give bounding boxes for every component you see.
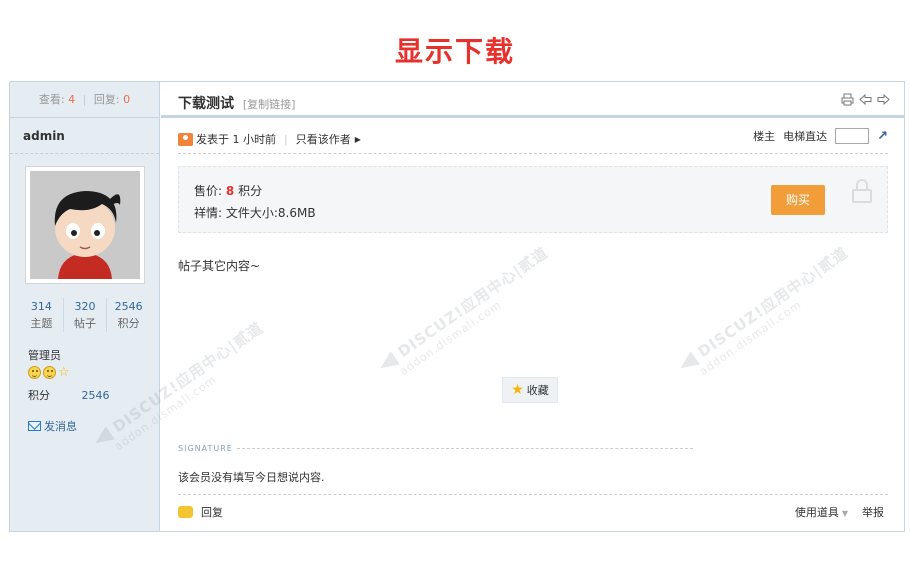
signature-heading: SIGNATURE bbox=[178, 444, 693, 453]
dropdown-arrow-icon: ▼ bbox=[841, 509, 848, 518]
stat-posts-label: 帖子 bbox=[74, 317, 96, 330]
user-group[interactable]: 管理员 bbox=[28, 347, 61, 363]
detail-label: 祥情: bbox=[194, 206, 223, 220]
stats-divider: | bbox=[82, 93, 87, 106]
credit-row: 积分 2546 bbox=[28, 387, 110, 403]
signature-label: SIGNATURE bbox=[178, 444, 233, 453]
rank-icons: ☆ bbox=[28, 366, 70, 379]
report-link[interactable]: 举报 bbox=[862, 504, 884, 520]
post-meta-bar: 发表于 1 小时前 | 只看该作者 ▶ 楼主 电梯直达 ↗ bbox=[178, 122, 888, 154]
floor-jump-label: 电梯直达 bbox=[783, 130, 828, 143]
post-frame: 查看: 4 | 回复: 0 admin 314 主题 320 帖子 2546 积… bbox=[9, 81, 905, 532]
buy-button[interactable]: 购买 bbox=[771, 185, 825, 215]
post-content: 帖子其它内容~ bbox=[178, 259, 261, 273]
page-banner-title: 显示下载 bbox=[394, 35, 515, 68]
smiley-rank-icon bbox=[43, 366, 56, 379]
thread-header: 下载测试 [复制链接] bbox=[161, 82, 904, 118]
favorite-label: 收藏 bbox=[526, 384, 549, 397]
replies-label: 回复: bbox=[93, 93, 120, 106]
floor-owner-label: 楼主 bbox=[753, 130, 776, 143]
avatar-image bbox=[30, 171, 140, 279]
price-unit: 积分 bbox=[238, 184, 263, 198]
reply-bubble-icon bbox=[178, 506, 193, 518]
caret-right-icon: ▶ bbox=[354, 134, 361, 144]
posted-time: 发表于 1 小时前 bbox=[196, 133, 276, 146]
views-count: 4 bbox=[68, 93, 76, 106]
send-message-label: 发消息 bbox=[44, 420, 77, 433]
send-message-link[interactable]: 发消息 bbox=[28, 418, 77, 434]
envelope-icon bbox=[28, 421, 41, 431]
thread-tools bbox=[841, 93, 890, 106]
replies-count: 0 bbox=[123, 93, 131, 106]
prev-thread-icon[interactable] bbox=[859, 93, 872, 106]
credit-value: 2546 bbox=[81, 389, 110, 402]
stat-posts[interactable]: 320 帖子 bbox=[64, 298, 108, 332]
online-user-icon bbox=[178, 132, 193, 146]
author-sidebar: 查看: 4 | 回复: 0 admin 314 主题 320 帖子 2546 积… bbox=[10, 82, 160, 531]
stat-credits[interactable]: 2546 积分 bbox=[107, 298, 150, 332]
price-value: 8 bbox=[225, 184, 235, 198]
lock-icon bbox=[851, 179, 873, 203]
floor-jump-input[interactable] bbox=[835, 128, 870, 144]
copy-link-button[interactable]: [复制链接] bbox=[243, 98, 296, 111]
favorite-button[interactable]: ★ 收藏 bbox=[502, 377, 558, 403]
smiley-rank-icon bbox=[28, 366, 41, 379]
next-thread-icon[interactable] bbox=[877, 93, 890, 106]
author-name[interactable]: admin bbox=[10, 118, 159, 154]
jump-go-icon[interactable]: ↗ bbox=[877, 129, 888, 144]
reply-button[interactable]: 回复 bbox=[178, 504, 223, 520]
stat-threads[interactable]: 314 主题 bbox=[20, 298, 64, 332]
stat-threads-label: 主题 bbox=[30, 317, 53, 330]
use-tool-menu[interactable]: 使用道具 ▼ bbox=[795, 504, 848, 520]
price-line: 售价: 8 积分 bbox=[194, 182, 262, 199]
thread-stats: 查看: 4 | 回复: 0 bbox=[10, 82, 159, 118]
paid-attachment-box: 售价: 8 积分 祥情: 文件大小:8.6MB 购买 bbox=[178, 166, 888, 233]
stat-credits-value: 2546 bbox=[114, 300, 143, 313]
thread-title-wrap: 下载测试 [复制链接] bbox=[178, 93, 295, 113]
stat-credits-label: 积分 bbox=[117, 317, 140, 330]
views-label: 查看: bbox=[38, 93, 65, 106]
post-main: 下载测试 [复制链接] 发表于 1 小时前 | 只看该作者 ▶ 楼主 电梯直达 … bbox=[161, 82, 904, 531]
star-icon: ★ bbox=[511, 382, 524, 398]
avatar[interactable] bbox=[25, 166, 145, 284]
only-author-link[interactable]: 只看该作者 bbox=[296, 131, 351, 147]
star-rank-icon: ☆ bbox=[58, 365, 70, 380]
thread-title: 下载测试 bbox=[178, 96, 234, 112]
credit-label: 积分 bbox=[28, 389, 50, 402]
use-tool-label: 使用道具 bbox=[794, 506, 839, 519]
signature-text: 该会员没有填写今日想说内容. bbox=[178, 471, 325, 484]
post-actions: 使用道具 ▼ 举报 bbox=[795, 504, 884, 520]
detail-line: 祥情: 文件大小:8.6MB bbox=[194, 204, 316, 221]
author-stats: 314 主题 320 帖子 2546 积分 bbox=[20, 298, 150, 332]
print-icon[interactable] bbox=[841, 93, 854, 106]
post-meta-left: 发表于 1 小时前 | 只看该作者 ▶ bbox=[178, 131, 361, 147]
post-meta-right: 楼主 电梯直达 ↗ bbox=[753, 128, 888, 144]
stat-threads-value: 314 bbox=[30, 300, 52, 313]
reply-label: 回复 bbox=[201, 506, 223, 519]
post-footer: 回复 使用道具 ▼ 举报 bbox=[178, 494, 888, 526]
price-label: 售价: bbox=[194, 184, 223, 198]
detail-value: 文件大小:8.6MB bbox=[225, 206, 316, 220]
meta-divider: | bbox=[284, 132, 288, 146]
stat-posts-value: 320 bbox=[74, 300, 96, 313]
